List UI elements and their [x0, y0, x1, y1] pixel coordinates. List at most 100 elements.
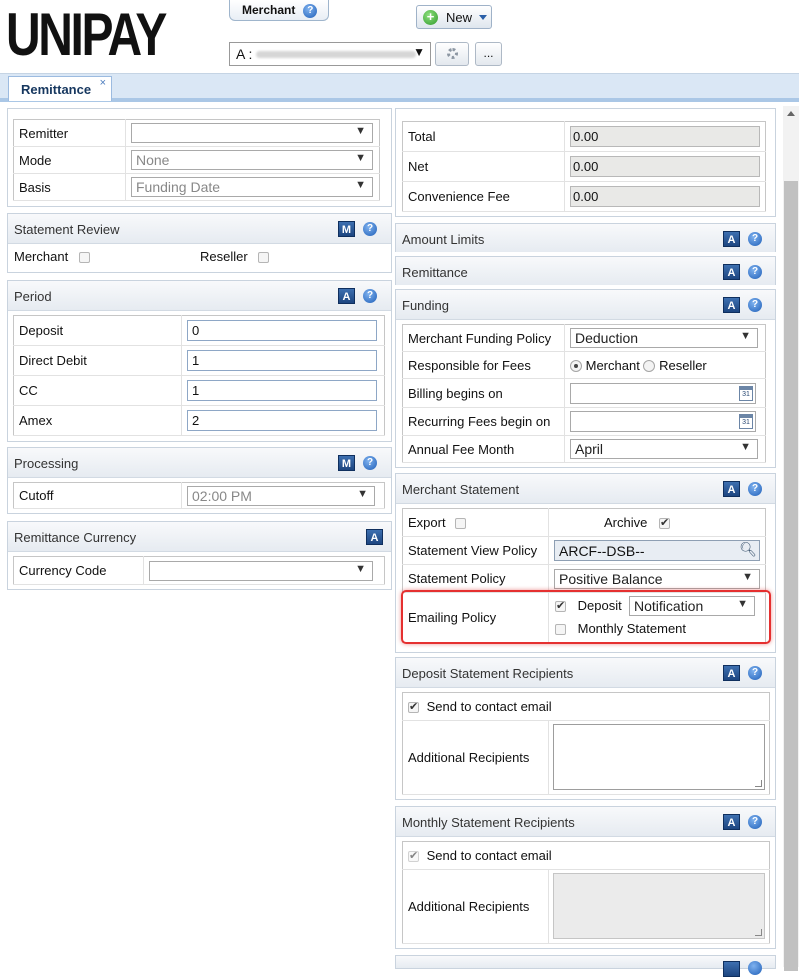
chevron-down-icon[interactable]	[479, 15, 487, 20]
direct-debit-period-input[interactable]: 1	[187, 350, 377, 371]
convenience-fee-label: Convenience Fee	[402, 181, 565, 212]
panel-header[interactable]: Amount Limits A ?	[396, 224, 775, 252]
calendar-icon[interactable]: 31	[739, 385, 753, 401]
help-icon[interactable]: ?	[748, 482, 762, 496]
table-row: Recurring Fees begin on 31	[402, 407, 766, 436]
help-icon[interactable]: ?	[748, 666, 762, 680]
view-policy-label: Statement View Policy	[402, 536, 549, 565]
mode-badge-icon[interactable]: A	[723, 297, 740, 313]
fees-merchant-radio[interactable]	[570, 360, 582, 373]
resize-grip-icon[interactable]	[755, 780, 762, 787]
panel-header: Remittance Currency A	[8, 522, 391, 552]
help-icon[interactable]: ?	[363, 222, 377, 236]
mode-badge-icon[interactable]: A	[366, 529, 383, 545]
dropdown-arrow-icon: ▼	[740, 330, 751, 342]
annual-fee-month-select[interactable]: April ▼	[570, 439, 758, 459]
amex-period-input[interactable]: 2	[187, 410, 377, 431]
panel-header[interactable]: Remittance A ?	[396, 257, 775, 285]
monthly-additional-label: Additional Recipients	[402, 869, 549, 944]
help-icon[interactable]: ?	[748, 265, 762, 279]
remittance-section-panel[interactable]: Remittance A ?	[395, 256, 776, 285]
cc-period-input[interactable]: 1	[187, 380, 377, 401]
unipay-logo: UNIPAY	[6, 1, 167, 68]
account-select[interactable]: A : ▼	[229, 42, 431, 66]
table-row: CC 1	[13, 375, 385, 406]
help-icon[interactable]: ?	[748, 232, 762, 246]
cutoff-select[interactable]: 02:00 PM ▼	[187, 485, 375, 506]
table-row: Responsible for Fees Merchant Reseller	[402, 351, 766, 379]
table-row: Export Archive	[402, 508, 766, 537]
mode-badge-icon[interactable]: A	[723, 231, 740, 247]
tab-remittance[interactable]: Remittance ×	[8, 76, 112, 101]
table-row: Currency Code ▼	[13, 556, 385, 585]
help-icon	[748, 961, 762, 975]
basis-select[interactable]: Funding Date ▼	[131, 177, 373, 197]
remitter-select[interactable]: ▼	[131, 123, 373, 143]
export-checkbox[interactable]	[455, 518, 467, 530]
table-row: Net 0.00	[402, 151, 766, 182]
recurring-fees-input[interactable]: 31	[570, 411, 756, 432]
scrollbar-thumb[interactable]	[784, 181, 798, 971]
table-row: Remitter ▼	[13, 119, 380, 147]
deposit-additional-textarea[interactable]	[553, 724, 765, 790]
help-icon[interactable]: ?	[748, 298, 762, 312]
monthly-additional-textarea[interactable]	[553, 873, 765, 939]
reseller-review-checkbox[interactable]	[258, 252, 269, 263]
settings-button[interactable]	[435, 42, 469, 66]
net-value: 0.00	[570, 156, 760, 177]
search-icon[interactable]: 🔍︎	[739, 541, 757, 558]
statement-review-panel: Statement Review M ? Merchant Reseller	[7, 213, 392, 273]
table-row: Basis Funding Date ▼	[13, 173, 380, 201]
plus-icon: +	[423, 10, 438, 25]
vertical-scrollbar[interactable]	[783, 106, 799, 971]
merchant-review-label: Merchant	[14, 249, 69, 264]
mode-badge-icon[interactable]: A	[723, 665, 740, 681]
fees-reseller-radio[interactable]	[643, 360, 656, 373]
deposit-send-contact-checkbox[interactable]	[408, 700, 419, 714]
deposit-period-input[interactable]: 0	[187, 320, 377, 341]
scroll-up-icon[interactable]	[787, 111, 795, 116]
deposit-recipients-table: Send to contact email Additional Recipie…	[402, 692, 770, 795]
mode-badge-icon[interactable]: A	[723, 481, 740, 497]
table-row: Statement Policy Positive Balance ▼	[402, 564, 766, 593]
dropdown-arrow-icon: ▼	[355, 562, 366, 575]
panel-header: Monthly Statement Recipients A ?	[396, 807, 775, 837]
statement-policy-select[interactable]: Positive Balance ▼	[554, 568, 760, 589]
more-button[interactable]: ...	[475, 42, 502, 66]
amex-period-label: Amex	[13, 405, 182, 436]
processing-table: Cutoff 02:00 PM ▼	[13, 482, 385, 509]
panel-title: Deposit Statement Recipients	[402, 666, 574, 681]
mode-badge-icon[interactable]: A	[723, 814, 740, 830]
view-policy-input[interactable]: ARCF--DSB-- 🔍︎	[554, 540, 760, 561]
help-icon[interactable]: ?	[748, 815, 762, 829]
calendar-icon[interactable]: 31	[739, 414, 753, 429]
amount-limits-panel[interactable]: Amount Limits A ?	[395, 223, 776, 252]
close-icon[interactable]: ×	[100, 77, 106, 89]
help-icon[interactable]: ?	[363, 456, 377, 470]
merchant-context-tab[interactable]: Merchant?	[229, 0, 329, 21]
mode-badge-icon[interactable]: M	[338, 221, 355, 237]
archive-cell: Archive	[548, 508, 766, 537]
table-row: Mode None ▼	[13, 146, 380, 174]
currency-code-label: Currency Code	[13, 556, 144, 585]
resize-grip-icon[interactable]	[755, 929, 762, 936]
account-name-blurred	[256, 51, 416, 58]
mode-badge-icon[interactable]: M	[338, 455, 355, 471]
mode-badge-icon[interactable]: A	[723, 264, 740, 280]
billing-begins-input[interactable]: 31	[570, 382, 756, 404]
archive-checkbox[interactable]	[658, 516, 670, 530]
table-row: Deposit 0	[13, 315, 385, 346]
monthly-send-contact-checkbox[interactable]	[408, 849, 419, 863]
mode-select[interactable]: None ▼	[131, 150, 373, 170]
currency-code-select[interactable]: ▼	[149, 560, 373, 581]
table-row: Billing begins on 31	[402, 378, 766, 408]
panel-title: Processing	[14, 456, 79, 471]
help-icon[interactable]: ?	[303, 3, 318, 18]
help-icon[interactable]: ?	[363, 289, 377, 303]
funding-policy-select[interactable]: Deduction ▼	[570, 328, 758, 348]
period-panel: Period A ? Deposit 0 Direct Debit 1 CC 1…	[7, 280, 392, 442]
mode-badge-icon[interactable]: A	[338, 288, 355, 304]
table-row: Annual Fee Month April ▼	[402, 435, 766, 463]
new-button[interactable]: + New	[416, 5, 492, 29]
merchant-review-checkbox[interactable]	[79, 252, 90, 263]
